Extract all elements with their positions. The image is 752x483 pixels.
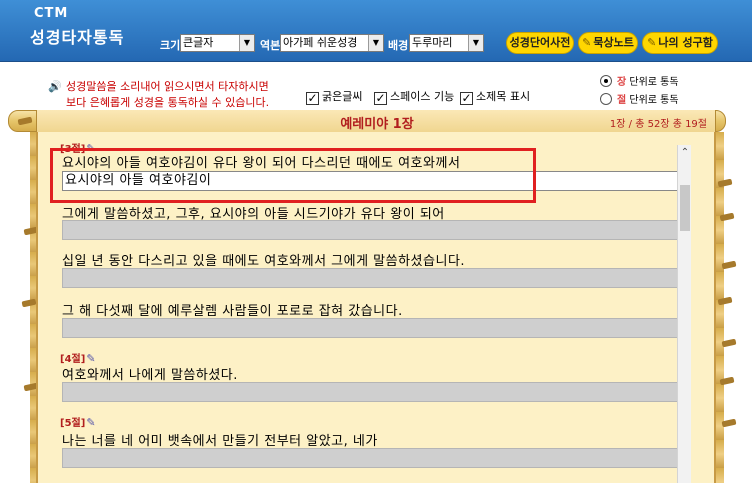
- notice-line-2: 보다 은혜롭게 성경을 통독하실 수 있습니다.: [66, 96, 270, 109]
- version-select-value: 아가페 쉬운성경: [283, 36, 358, 49]
- chapter-unit-label: 단위로 통독: [629, 77, 679, 88]
- verse-number-text: [5절]: [60, 418, 86, 429]
- typing-input[interactable]: [62, 318, 678, 338]
- bold-font-label: 굵은글씨: [322, 90, 363, 103]
- verse-number: [4절]✎: [60, 350, 96, 365]
- dictionary-button-label: 성경단어사전: [509, 36, 571, 49]
- scroll-tear: [717, 296, 733, 306]
- verse-line: 십일 년 동안 다스리고 있을 때에도 여호와께서 그에게 말씀하셨습니다.: [62, 254, 466, 269]
- vertical-scrollbar[interactable]: ⌃: [677, 145, 691, 483]
- pencil-icon[interactable]: ✎: [86, 416, 95, 429]
- size-select-value: 큰글자: [183, 36, 214, 49]
- size-label: 크기: [160, 39, 181, 52]
- pencil-icon: ✎: [647, 36, 657, 49]
- version-select[interactable]: 아가페 쉬운성경 ▼: [280, 34, 384, 52]
- verse-line: 그 해 다섯째 달에 예루살렘 사람들이 포로로 잡혀 갔습니다.: [62, 304, 403, 319]
- logo-ctm: CTM: [34, 6, 69, 21]
- typing-input[interactable]: [62, 268, 678, 288]
- scroll-tear: [721, 418, 737, 428]
- scroll-tear: [721, 338, 737, 348]
- verse-line: 여호와께서 나에게 말씀하셨다.: [62, 368, 238, 383]
- speaker-icon: 🔊: [48, 80, 62, 93]
- version-label: 역본: [260, 39, 281, 52]
- chevron-down-icon: ▼: [468, 35, 483, 51]
- highlight-box: [50, 148, 536, 203]
- chevron-down-icon: ▼: [239, 35, 254, 51]
- app-header: CTM 성경타자통독 크기 큰글자 ▼ 역본 아가페 쉬운성경 ▼ 배경 두루마…: [0, 0, 752, 62]
- chapter-info: 1장 / 총 52장 총 19절: [609, 119, 707, 130]
- verse-unit-radio[interactable]: 절 단위로 통독: [600, 91, 679, 106]
- checkmark-icon: ✓: [306, 91, 319, 105]
- radio-unselected-icon: [600, 93, 612, 105]
- scroll-tear: [719, 376, 735, 386]
- chevron-up-icon[interactable]: ⌃: [678, 147, 692, 158]
- radio-selected-icon: [600, 75, 612, 87]
- background-select[interactable]: 두루마리 ▼: [409, 34, 484, 52]
- chapter-title-bar: 예레미야 1장 1장 / 총 52장 총 19절: [36, 110, 716, 132]
- verse-number: [5절]✎: [60, 414, 96, 429]
- notice-line-1: 성경말씀을 소리내어 읽으시면서 타자하시면: [66, 80, 269, 93]
- my-verse-button-label: 나의 성구함: [658, 36, 713, 49]
- notes-button-label: 묵상노트: [593, 36, 634, 49]
- checkmark-icon: ✓: [374, 91, 387, 105]
- scroll-tear: [721, 260, 737, 270]
- scrollbar-thumb[interactable]: [680, 185, 690, 231]
- scroll-tear: [719, 212, 735, 222]
- dictionary-button[interactable]: 성경단어사전: [506, 32, 574, 54]
- typing-input[interactable]: [62, 220, 678, 240]
- notes-button[interactable]: ✎ 묵상노트: [578, 32, 638, 54]
- scroll-tear: [717, 178, 733, 188]
- space-function-label: 스페이스 기능: [390, 90, 455, 103]
- my-verse-button[interactable]: ✎ 나의 성구함: [642, 32, 718, 54]
- typing-input[interactable]: [62, 448, 678, 468]
- chevron-down-icon: ▼: [368, 35, 383, 51]
- space-function-checkbox[interactable]: ✓ 스페이스 기능: [374, 88, 454, 105]
- checkmark-icon: ✓: [460, 91, 473, 105]
- subtitle-checkbox[interactable]: ✓ 소제목 표시: [460, 88, 530, 105]
- chapter-unit-radio[interactable]: 장 단위로 통독: [600, 73, 679, 88]
- verse-unit-label: 단위로 통독: [629, 95, 679, 106]
- verse-line: 나는 너를 네 어미 뱃속에서 만들기 전부터 알았고, 네가: [62, 434, 378, 449]
- bold-font-checkbox[interactable]: ✓ 굵은글씨: [306, 88, 362, 105]
- subtitle-label: 소제목 표시: [476, 90, 531, 103]
- app-title: 성경타자통독: [30, 28, 125, 47]
- chapter-unit-key: 장: [617, 77, 627, 88]
- pencil-icon: ✎: [582, 36, 592, 49]
- background-label: 배경: [388, 39, 409, 52]
- typing-input[interactable]: [62, 382, 678, 402]
- size-select[interactable]: 큰글자 ▼: [180, 34, 255, 52]
- background-select-value: 두루마리: [412, 36, 453, 49]
- verse-unit-key: 절: [617, 95, 627, 106]
